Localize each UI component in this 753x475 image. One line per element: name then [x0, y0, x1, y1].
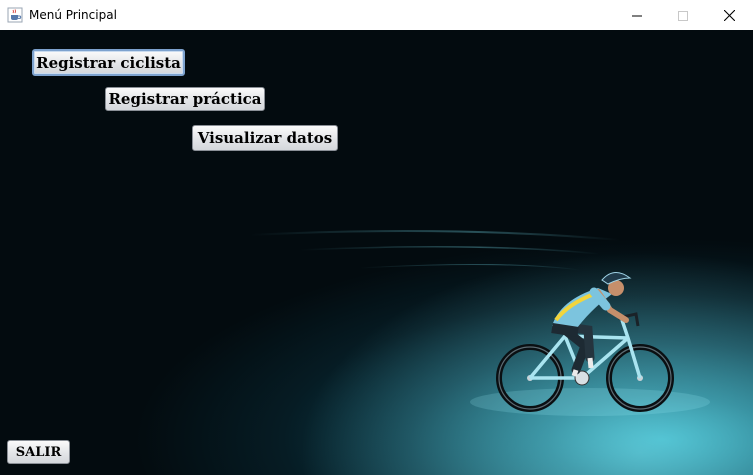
- register-practice-button[interactable]: Registrar práctica: [105, 87, 265, 111]
- title-bar[interactable]: Menú Principal: [0, 0, 753, 30]
- cyclist-image: [496, 272, 674, 412]
- register-cyclist-button[interactable]: Registrar ciclista: [32, 49, 185, 76]
- close-icon: [723, 6, 735, 25]
- minimize-button[interactable]: [614, 0, 660, 30]
- view-data-button[interactable]: Visualizar datos: [192, 125, 338, 151]
- maximize-icon: [678, 6, 688, 25]
- close-button[interactable]: [706, 0, 752, 30]
- maximize-button[interactable]: [660, 0, 706, 30]
- menu-panel: Registrar ciclista Registrar práctica Vi…: [0, 30, 753, 475]
- minimize-icon: [632, 6, 642, 25]
- main-menu-window: Menú Principal Registrar ciclista Regist…: [0, 0, 753, 475]
- java-cup-icon: [7, 7, 23, 23]
- window-title: Menú Principal: [29, 8, 117, 22]
- exit-button[interactable]: SALIR: [7, 440, 70, 464]
